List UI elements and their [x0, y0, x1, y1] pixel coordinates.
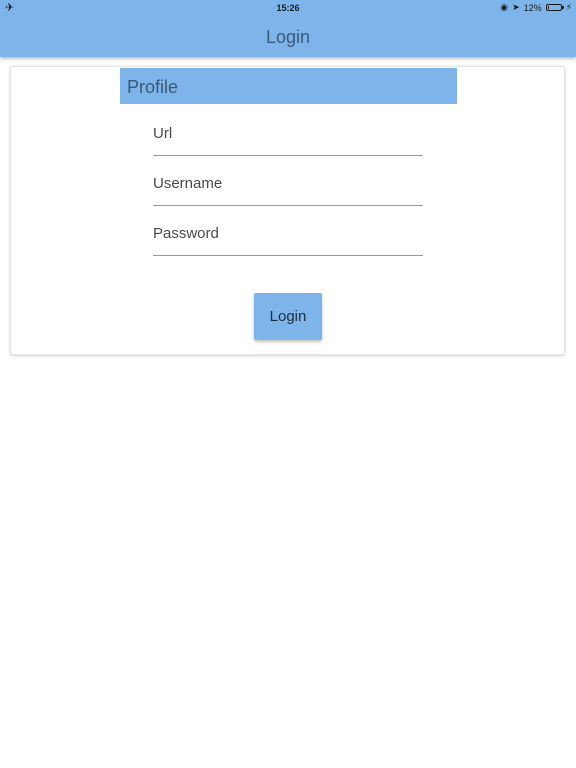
login-button[interactable]: Login [254, 293, 322, 340]
username-field [153, 165, 423, 206]
battery-fill [547, 6, 549, 9]
status-time: 15:26 [276, 3, 300, 13]
battery-icon [545, 4, 564, 11]
password-field [153, 215, 423, 256]
page-title: Login [265, 27, 311, 47]
orientation-lock-icon: ◉ [500, 2, 509, 12]
profile-card: Profile Login [10, 66, 565, 355]
profile-header-label: Profile [127, 77, 179, 97]
status-bar: ✈ 15:26 ◉ ➤ 12% ⚡ [0, 0, 576, 17]
password-input[interactable] [153, 221, 423, 245]
url-input[interactable] [153, 121, 423, 145]
charging-bolt-icon: ⚡ [565, 2, 572, 12]
location-arrow-icon: ➤ [512, 2, 520, 12]
status-right: ◉ ➤ 12% ⚡ [500, 2, 572, 13]
profile-header: Profile [120, 68, 457, 104]
battery-percent: 12% [523, 2, 542, 13]
url-field [153, 115, 423, 156]
app-bar: Login [0, 17, 576, 57]
username-input[interactable] [153, 171, 423, 195]
